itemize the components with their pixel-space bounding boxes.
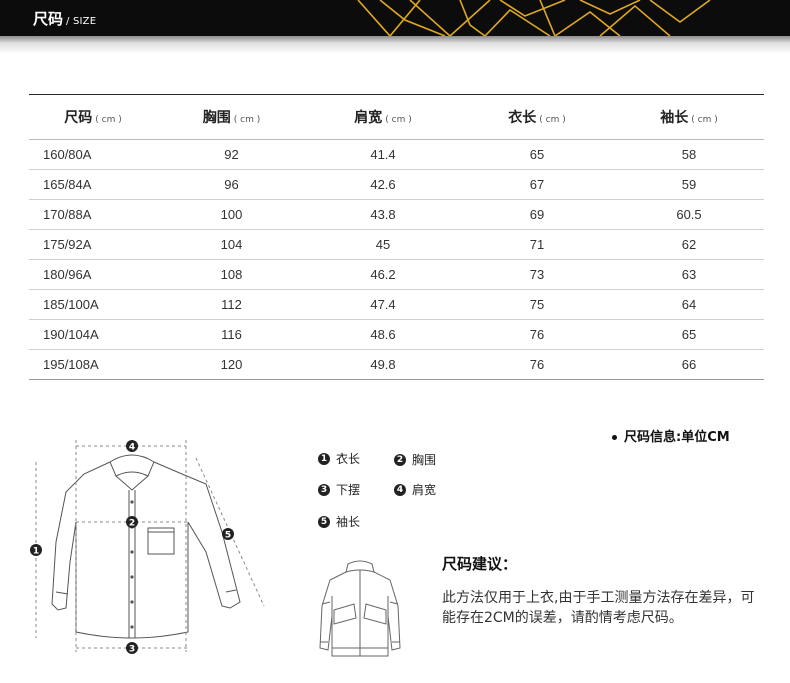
table-cell: 96 [157,169,306,200]
legend-item: 3 下摆 [318,481,360,498]
column-header-unit: ( cm ) [539,115,566,125]
table-row: 180/96A 108 46.2 73 63 [29,259,764,290]
table-cell: 160/80A [29,139,157,170]
table-cell: 58 [614,139,764,170]
table-cell: 60.5 [614,199,764,230]
table-row: 160/80A 92 41.4 65 58 [29,139,764,170]
table-cell: 120 [157,349,306,380]
legend-number: 2 [394,453,406,466]
column-header-unit: ( cm ) [95,115,122,125]
gold-lines-decoration [357,0,711,36]
legend-label: 下摆 [336,483,361,497]
column-header-label: 肩宽 [354,110,383,126]
legend-number: 5 [318,515,330,528]
legend-label: 胸围 [412,453,437,467]
table-row: 170/88A 100 43.8 69 60.5 [29,199,764,230]
column-header-label: 袖长 [660,110,689,126]
table-cell: 71 [460,229,614,260]
table-cell: 75 [460,289,614,320]
table-cell: 43.8 [306,199,460,230]
table-cell: 49.8 [306,349,460,380]
legend-number: 3 [318,483,330,496]
diagram-marker: 1 [33,547,39,557]
table-row: 190/104A 116 48.6 76 65 [29,319,764,350]
column-header-unit: ( cm ) [385,115,412,125]
legend-item: 5 袖长 [318,513,360,530]
section-title-en: / SIZE [66,16,97,27]
diagram-marker: 4 [129,443,135,453]
column-header: 肩宽( cm ) [306,94,460,140]
legend-number: 1 [318,452,330,465]
shirt-measurement-diagram: 1 2 3 4 5 [30,440,265,655]
legend-label: 衣长 [336,452,361,466]
legend-item: 4 肩宽 [394,481,436,498]
header-shadow [0,36,790,54]
table-cell: 170/88A [29,199,157,230]
table-cell: 175/92A [29,229,157,260]
table-cell: 165/84A [29,169,157,200]
diagram-marker: 2 [129,519,135,529]
table-cell: 92 [157,139,306,170]
table-cell: 100 [157,199,306,230]
column-header-unit: ( cm ) [233,115,261,125]
column-header-label: 衣长 [508,110,537,126]
table-cell: 104 [157,229,306,260]
column-header: 衣长( cm ) [460,94,614,140]
table-cell: 66 [614,349,764,380]
table-cell: 195/108A [29,349,157,380]
table-cell: 63 [614,259,764,290]
table-row: 195/108A 120 49.8 76 66 [29,349,764,380]
column-header-label: 胸围 [202,110,231,126]
table-cell: 42.6 [306,169,460,200]
table-cell: 76 [460,349,614,380]
bullet-icon [612,435,617,440]
table-cell: 59 [614,169,764,200]
advice-title: 尺码建议： [442,555,518,573]
table-cell: 108 [157,259,306,290]
table-row: 165/84A 96 42.6 67 59 [29,169,764,200]
table-cell: 69 [460,199,614,230]
table-cell: 190/104A [29,319,157,350]
legend-label: 肩宽 [412,483,437,497]
column-header: 袖长( cm ) [614,94,764,140]
section-title: 尺码 / SIZE [33,8,96,29]
table-cell: 62 [614,229,764,260]
table-cell: 47.4 [306,289,460,320]
column-header: 胸围( cm ) [157,94,306,140]
table-cell: 112 [157,289,306,320]
unit-note: 尺码信息:单位CM [612,426,730,445]
size-table: 尺码( cm ) 胸围( cm ) 肩宽( cm ) 衣长( cm ) 袖长( … [29,94,764,380]
table-cell: 116 [157,319,306,350]
table-cell: 180/96A [29,259,157,290]
table-cell: 185/100A [29,289,157,320]
legend-label: 袖长 [336,515,361,529]
table-cell: 73 [460,259,614,290]
legend-item: 1 衣长 [318,450,360,467]
table-cell: 64 [614,289,764,320]
column-header: 尺码( cm ) [29,94,157,140]
table-cell: 46.2 [306,259,460,290]
unit-note-text: 尺码信息:单位CM [624,430,730,445]
column-header-unit: ( cm ) [691,115,718,125]
jacket-illustration [319,560,401,657]
table-cell: 41.4 [306,139,460,170]
section-title-zh: 尺码 [33,10,64,28]
table-row: 175/92A 104 45 71 62 [29,229,764,260]
header-bar: 尺码 / SIZE [0,0,790,36]
legend-item: 2 胸围 [394,451,436,468]
diagram-marker: 5 [225,531,231,541]
advice-text: 此方法仅用于上衣,由于手工测量方法存在差异，可能存在2CM的误差，请酌情考虑尺码… [442,590,755,626]
table-cell: 65 [460,139,614,170]
legend-number: 4 [394,483,406,496]
table-cell: 45 [306,229,460,260]
diagram-marker: 3 [129,645,135,655]
table-cell: 76 [460,319,614,350]
table-row: 185/100A 112 47.4 75 64 [29,289,764,320]
table-cell: 48.6 [306,319,460,350]
table-cell: 65 [614,319,764,350]
column-header-label: 尺码 [64,110,93,126]
table-header-row: 尺码( cm ) 胸围( cm ) 肩宽( cm ) 衣长( cm ) 袖长( … [29,94,764,140]
shirt-outline [51,454,241,639]
table-cell: 67 [460,169,614,200]
